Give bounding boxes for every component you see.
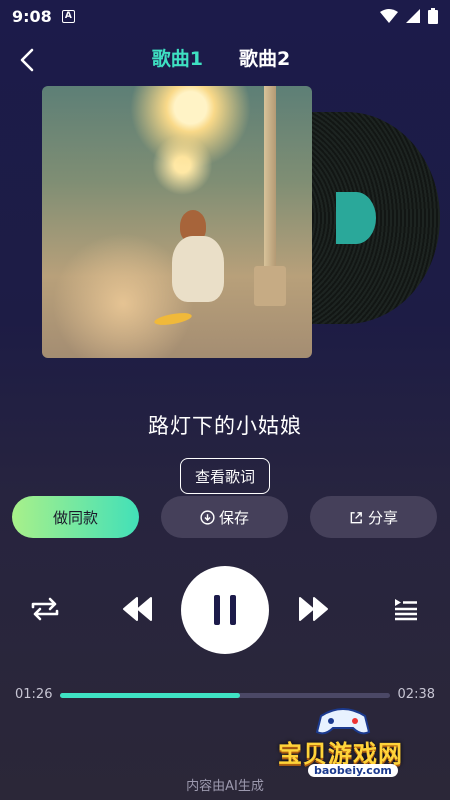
progress-bar[interactable]: [60, 693, 390, 698]
share-label: 分享: [367, 508, 398, 527]
download-icon: [200, 509, 215, 525]
notification-icon: A: [61, 9, 75, 23]
wifi-icon: [380, 9, 398, 23]
player-controls: [0, 566, 450, 654]
current-time: 01:26: [15, 687, 53, 702]
view-lyrics-button[interactable]: 查看歌词: [180, 458, 270, 494]
song-tabs: 歌曲1 歌曲2: [0, 44, 450, 71]
save-label: 保存: [218, 508, 249, 527]
status-time: 9:08: [12, 6, 52, 26]
battery-icon: [428, 8, 438, 24]
status-bar: 9:08 A: [0, 0, 450, 32]
gamepad-icon: [315, 708, 371, 735]
progress-area: 01:26 02:38: [0, 684, 450, 706]
make-same-label: 做同款: [52, 508, 98, 527]
save-button[interactable]: 保存: [161, 496, 288, 538]
share-icon: [350, 511, 362, 523]
action-buttons: 做同款 保存 分享: [12, 496, 438, 538]
signal-icon: [406, 9, 420, 23]
tab-song-1[interactable]: 歌曲1: [152, 44, 203, 71]
share-button[interactable]: 分享: [310, 496, 437, 538]
next-icon: [299, 597, 328, 621]
next-button[interactable]: [297, 594, 331, 624]
previous-icon: [123, 597, 152, 621]
repeat-icon: [31, 597, 59, 621]
album-cover-image: [42, 86, 312, 358]
header: 歌曲1 歌曲2: [0, 40, 450, 80]
watermark-logo: 宝贝游戏网 baobeiy.com: [268, 706, 418, 782]
playlist-icon: [395, 599, 417, 621]
repeat-button[interactable]: [28, 594, 62, 624]
album-art-area: [42, 86, 440, 361]
tab-song-2[interactable]: 歌曲2: [239, 44, 290, 71]
pause-icon: [214, 595, 236, 625]
previous-button[interactable]: [120, 594, 154, 624]
pause-button[interactable]: [181, 566, 269, 654]
song-title: 路灯下的小姑娘: [148, 414, 302, 438]
progress-fill: [60, 693, 240, 698]
playlist-button[interactable]: [390, 594, 420, 624]
make-same-button[interactable]: 做同款: [12, 496, 139, 538]
ai-generated-note: 内容由AI生成: [186, 779, 264, 794]
duration: 02:38: [397, 687, 435, 702]
